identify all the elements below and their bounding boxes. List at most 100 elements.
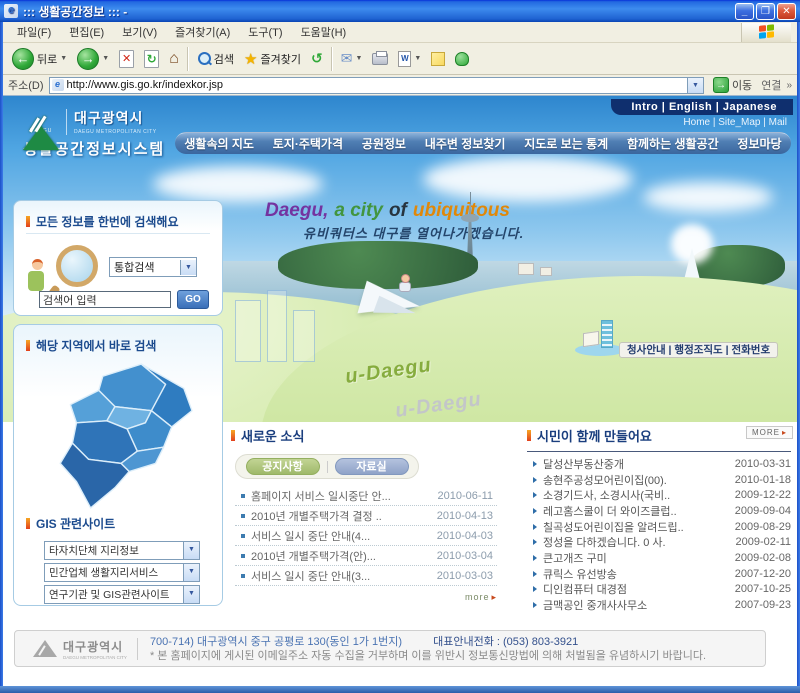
page-content: DAEGU 대구광역시 DAEGU METROPOLITAN CITY 생활공간… (3, 96, 797, 686)
messenger-button[interactable] (450, 45, 474, 73)
logo-city-name: 대구광역시 (74, 108, 157, 128)
citizen-item[interactable]: 칠곡성도어린이집을 알려드립.. 2009-08-29 (533, 519, 791, 535)
go-button[interactable]: → 이동 (709, 76, 756, 94)
unified-search-box: 모든 정보를 한번에 검색해요 통합검색 ▼ GO (13, 200, 223, 316)
go-label: 이동 (732, 77, 752, 93)
nav-info-plaza[interactable]: 정보마당 (737, 135, 781, 152)
select-arrow-icon[interactable]: ▼ (183, 564, 199, 581)
select-arrow-icon[interactable]: ▼ (183, 586, 199, 603)
divider (26, 233, 210, 234)
nav-life-map[interactable]: 생활속의 지도 (184, 135, 254, 152)
address-dropdown-icon[interactable]: ▼ (687, 78, 703, 93)
stop-button[interactable]: ✕ (114, 45, 139, 73)
menu-view[interactable]: 보기(V) (114, 22, 165, 42)
citizen-item[interactable]: 송현주공성모어린이집(00). 2010-01-18 (533, 472, 791, 488)
cloud (643, 182, 773, 212)
forward-dropdown-icon[interactable]: ▼ (102, 55, 109, 62)
gis-site-select-municipal[interactable]: 타자치단체 지리정보 ▼ (44, 541, 200, 560)
forward-button[interactable]: → ▼ (72, 45, 114, 73)
nav-living-space[interactable]: 함께하는 생활공간 (627, 135, 719, 152)
search-keyword-input[interactable] (39, 291, 171, 308)
bullet-icon (533, 477, 537, 483)
building-sketch (293, 310, 315, 362)
city-hall-icon (575, 320, 625, 356)
mail-button[interactable]: ✉ ▼ (336, 45, 368, 73)
menu-favorites[interactable]: 즐겨찾기(A) (167, 22, 238, 42)
links-chevron-icon[interactable]: » (786, 80, 792, 91)
home-button[interactable]: ⌂ (164, 45, 184, 73)
citizen-item[interactable]: 큰고개즈 구미 2009-02-08 (533, 550, 791, 566)
news-item[interactable]: 홈페이지 서비스 일시중단 안... 2010-06-11 (235, 486, 497, 506)
select-arrow-icon[interactable]: ▼ (180, 260, 196, 275)
edit-button[interactable]: W ▼ (393, 45, 426, 73)
footer-logo: 대구광역시 DAEGU METROPOLITAN CITY (33, 638, 127, 660)
news-item[interactable]: 2010년 개별주택가격(안)... 2010-03-04 (235, 546, 497, 566)
city-quick-links[interactable]: 청사안내 | 행정조직도 | 전화번호 (619, 342, 778, 358)
close-button[interactable]: ✕ (777, 3, 796, 20)
news-more-link[interactable]: more (465, 592, 497, 603)
address-label: 주소(D) (8, 77, 44, 93)
menu-tools[interactable]: 도구(T) (240, 22, 290, 42)
lake-house (540, 267, 552, 276)
ie-page-icon: e (4, 4, 18, 18)
gis-site-select-research[interactable]: 연구기관 및 GIS관련사이트 ▼ (44, 585, 200, 604)
maximize-button[interactable]: ❐ (756, 3, 775, 20)
print-button[interactable] (367, 45, 393, 73)
daegu-district-map[interactable] (29, 358, 207, 510)
site-logo[interactable]: DAEGU 대구광역시 DAEGU METROPOLITAN CITY 생활공간… (23, 108, 165, 159)
citizen-item[interactable]: 큐릭스 유선방송 2007-12-20 (533, 566, 791, 582)
menu-file[interactable]: 파일(F) (9, 22, 59, 42)
mail-dropdown-icon[interactable]: ▼ (355, 55, 362, 62)
minimize-button[interactable]: _ (735, 3, 754, 20)
search-icon (197, 51, 211, 67)
tab-data-room[interactable]: 자료실 (335, 458, 409, 475)
gis-site-select-private[interactable]: 민간업체 생활지리서비스 ▼ (44, 563, 200, 582)
search-button[interactable]: 검색 (192, 45, 239, 73)
nav-park-info[interactable]: 공원정보 (362, 135, 406, 152)
footer-phone: 대표안내전화 : (053) 803-3921 (433, 636, 578, 648)
address-input[interactable] (67, 78, 687, 92)
bullet-icon (533, 524, 537, 530)
citizen-section: 시민이 함께 만들어요 MORE 달성산부동산중개 2010-03-31 송현주… (527, 426, 795, 445)
discuss-button[interactable] (426, 45, 450, 73)
nav-map-statistics[interactable]: 지도로 보는 통계 (524, 135, 608, 152)
menu-help[interactable]: 도움말(H) (293, 22, 355, 42)
tab-notices[interactable]: 공지사항 (246, 458, 320, 475)
menu-edit[interactable]: 편집(E) (61, 22, 112, 42)
news-item[interactable]: 서비스 일시 중단 안내(3... 2010-03-03 (235, 566, 497, 586)
news-item[interactable]: 서비스 일시 중단 안내(4... 2010-04-03 (235, 526, 497, 546)
address-field[interactable]: e ▼ (49, 77, 704, 94)
back-button[interactable]: ← 뒤로 ▼ (7, 45, 72, 73)
utility-links[interactable]: Home | Site_Map | Mail (683, 117, 787, 128)
tab-divider (327, 461, 328, 473)
nav-land-housing-price[interactable]: 토지·주택가격 (273, 135, 343, 152)
favorites-label: 즐겨찾기 (261, 51, 301, 67)
news-tabs: 공지사항 자료실 (235, 454, 419, 479)
search-girl-body (28, 271, 44, 291)
refresh-button[interactable]: ↻ (139, 45, 164, 73)
go-arrow-icon: → (713, 77, 729, 93)
logo-city-name-en: DAEGU METROPOLITAN CITY (74, 129, 157, 135)
address-bar: 주소(D) e ▼ → 이동 연결 » (3, 75, 797, 96)
footer-address: 700-714) 대구광역시 중구 공평로 130(동인 1가 1번지) (150, 636, 402, 648)
news-item[interactable]: 2010년 개별주택가격 결정 .. 2010-04-13 (235, 506, 497, 526)
search-label: 검색 (214, 51, 234, 67)
links-label[interactable]: 연결 (761, 77, 781, 93)
search-go-button[interactable]: GO (177, 290, 209, 309)
select-arrow-icon[interactable]: ▼ (183, 542, 199, 559)
favorites-button[interactable]: ★ 즐겨찾기 (239, 45, 306, 73)
citizen-item[interactable]: 소경기드사, 소경시사(국비.. 2009-12-22 (533, 487, 791, 503)
citizen-item[interactable]: 금맥공인 중개사사무소 2007-09-23 (533, 597, 791, 613)
region-search-box: 해당 지역에서 바로 검색 (13, 324, 223, 606)
edit-dropdown-icon[interactable]: ▼ (414, 55, 421, 62)
citizen-item[interactable]: 달성산부동산중개 2010-03-31 (533, 456, 791, 472)
nav-nearby-info[interactable]: 내주변 정보찾기 (425, 135, 506, 152)
history-button[interactable]: ↺ (306, 45, 328, 73)
citizen-item[interactable]: 정성을 다하겠습니다. 0 사. 2009-02-11 (533, 534, 791, 550)
language-links[interactable]: Intro | English | Japanese (611, 99, 793, 115)
citizen-item[interactable]: 디인컴퓨터 대경점 2007-10-25 (533, 582, 791, 598)
citizen-more-button[interactable]: MORE (746, 426, 793, 439)
citizen-item[interactable]: 레고홈스쿨이 더 와이즈클럽.. 2009-09-04 (533, 503, 791, 519)
back-dropdown-icon[interactable]: ▼ (60, 55, 67, 62)
search-category-select[interactable]: 통합검색 ▼ (109, 257, 197, 277)
